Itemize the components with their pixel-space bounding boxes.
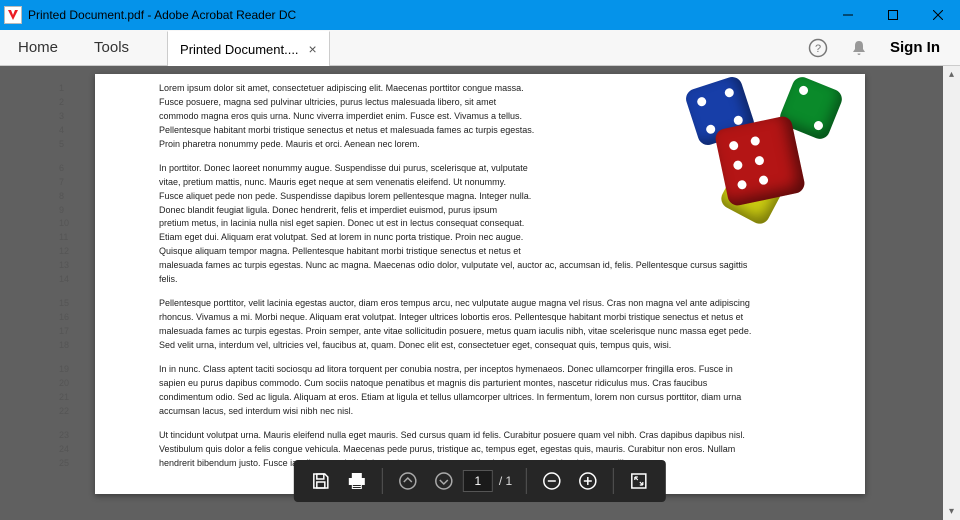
pdf-page: 1Lorem ipsum dolor sit amet, consectetue… — [95, 74, 865, 494]
text-line: 11Etiam eget dui. Aliquam erat volutpat.… — [103, 231, 845, 245]
tab-label: Printed Document.... — [180, 42, 299, 57]
window-title: Printed Document.pdf - Adobe Acrobat Rea… — [28, 8, 825, 22]
page-scroll-area[interactable]: 1Lorem ipsum dolor sit amet, consectetue… — [0, 66, 960, 520]
main-toolbar: Home Tools Printed Document.... × ? Sign… — [0, 30, 960, 66]
app-icon — [4, 6, 22, 24]
text-line: 18Sed velit urna, interdum vel, ultricie… — [103, 339, 845, 353]
text-line: 17malesuada fames ac turpis egestas. Pro… — [103, 325, 845, 339]
save-icon[interactable] — [304, 464, 338, 498]
text-line: 19In in nunc. Class aptent taciti socios… — [103, 363, 845, 377]
page-down-icon[interactable] — [427, 464, 461, 498]
bell-icon[interactable] — [850, 39, 868, 57]
page-controls-toolbar: / 1 — [294, 460, 666, 502]
svg-text:?: ? — [815, 43, 821, 55]
text-line: 20sapien eu purus dapibus commodo. Cum s… — [103, 377, 845, 391]
vertical-scrollbar[interactable]: ▴ ▾ — [943, 66, 960, 520]
window-titlebar: Printed Document.pdf - Adobe Acrobat Rea… — [0, 0, 960, 30]
page-total-label: / 1 — [499, 474, 512, 488]
dice-image — [691, 82, 841, 212]
text-line: 14felis. — [103, 273, 845, 287]
page-up-icon[interactable] — [391, 464, 425, 498]
print-icon[interactable] — [340, 464, 374, 498]
zoom-out-icon[interactable] — [535, 464, 569, 498]
help-icon[interactable]: ? — [808, 38, 828, 58]
text-line: 13malesuada fames ac turpis egestas. Nun… — [103, 259, 845, 273]
close-icon[interactable]: × — [309, 41, 317, 57]
document-tab[interactable]: Printed Document.... × — [167, 31, 330, 66]
text-line: 22accumsan lacus, sed interdum wisi nibh… — [103, 405, 845, 419]
home-button[interactable]: Home — [0, 30, 76, 65]
text-line: 23Ut tincidunt volutpat urna. Mauris ele… — [103, 429, 845, 443]
page-number-input[interactable] — [463, 470, 493, 492]
maximize-button[interactable] — [870, 0, 915, 30]
fit-page-icon[interactable] — [622, 464, 656, 498]
sign-in-button[interactable]: Sign In — [890, 39, 940, 56]
text-line: 21condimentum odio. Sed ac ligula. Aliqu… — [103, 391, 845, 405]
minimize-button[interactable] — [825, 0, 870, 30]
tools-button[interactable]: Tools — [76, 30, 147, 65]
text-line: 16rhoncus. Vivamus a mi. Morbi neque. Al… — [103, 311, 845, 325]
zoom-in-icon[interactable] — [571, 464, 605, 498]
document-viewport: 1Lorem ipsum dolor sit amet, consectetue… — [0, 66, 960, 520]
text-line: 24Vestibulum quis dolor a felis congue v… — [103, 443, 845, 457]
text-line: 15Pellentesque porttitor, velit lacinia … — [103, 297, 845, 311]
text-line: 12Quisque aliquam tempor magna. Pellente… — [103, 245, 845, 259]
close-button[interactable] — [915, 0, 960, 30]
scroll-up-arrow[interactable]: ▴ — [943, 66, 960, 83]
scroll-down-arrow[interactable]: ▾ — [943, 503, 960, 520]
text-line: 10pretium metus, in lacinia nulla nisl e… — [103, 217, 845, 231]
